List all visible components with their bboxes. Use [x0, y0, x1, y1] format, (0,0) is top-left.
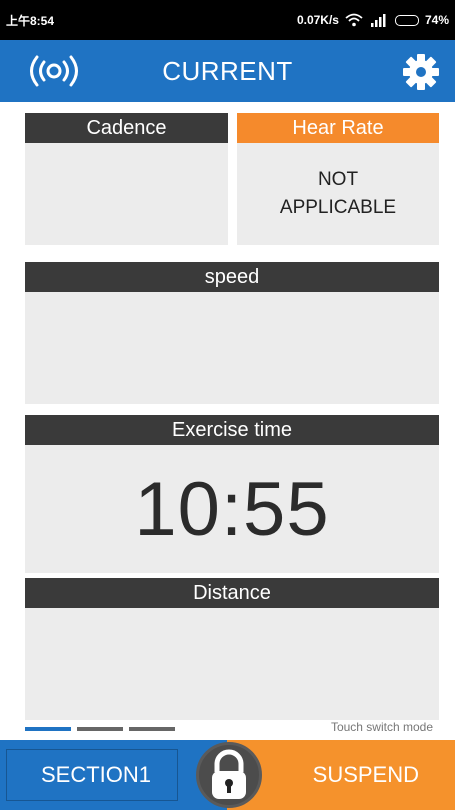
page-dot-1 [25, 727, 71, 731]
section-label: SECTION1 [40, 762, 152, 787]
speed-value [25, 292, 439, 404]
speed-panel[interactable]: speed [25, 262, 439, 404]
distance-title: Distance [25, 578, 439, 608]
heart-rate-panel[interactable]: Hear Rate NOT APPLICABLE [237, 113, 439, 245]
cadence-value [25, 143, 228, 245]
page-dot-3 [129, 727, 175, 731]
status-bar: 上午8:54 0.07K/s 74% [0, 0, 455, 40]
status-indicators: 0.07K/s 74% [297, 13, 449, 27]
heart-rate-title: Hear Rate [237, 113, 439, 143]
broadcast-signal-icon [30, 55, 78, 87]
exercise-time-title: Exercise time [25, 415, 439, 445]
cadence-title: Cadence [25, 113, 228, 143]
cadence-panel[interactable]: Cadence [25, 113, 228, 245]
page-dot-2 [77, 727, 123, 731]
padlock-icon [212, 749, 246, 799]
battery-icon [394, 14, 419, 26]
exercise-time-value: 10:55 [134, 466, 330, 552]
speed-title: speed [25, 262, 439, 292]
gear-icon [403, 54, 439, 90]
section-button[interactable]: SECTION1 [0, 740, 227, 810]
lock-button[interactable] [196, 742, 262, 808]
cell-signal-icon [370, 14, 386, 27]
network-speed: 0.07K/s [296, 13, 339, 27]
touch-switch-hint: Touch switch mode [330, 720, 433, 734]
settings-button[interactable] [399, 51, 443, 93]
page-title: CURRENT [162, 55, 293, 86]
battery-percent: 74% [424, 13, 449, 27]
distance-value [25, 608, 439, 720]
connection-button[interactable] [20, 50, 88, 92]
exercise-time-panel[interactable]: Exercise time 10:55 [25, 415, 439, 573]
page-indicator [25, 727, 175, 731]
suspend-label: SUSPEND [312, 762, 419, 787]
app-bar: CURRENT [0, 40, 455, 102]
distance-panel[interactable]: Distance [25, 578, 439, 720]
heart-rate-value: NOT APPLICABLE [279, 169, 397, 218]
status-time: 上午8:54 [6, 13, 55, 28]
wifi-icon [345, 13, 363, 27]
